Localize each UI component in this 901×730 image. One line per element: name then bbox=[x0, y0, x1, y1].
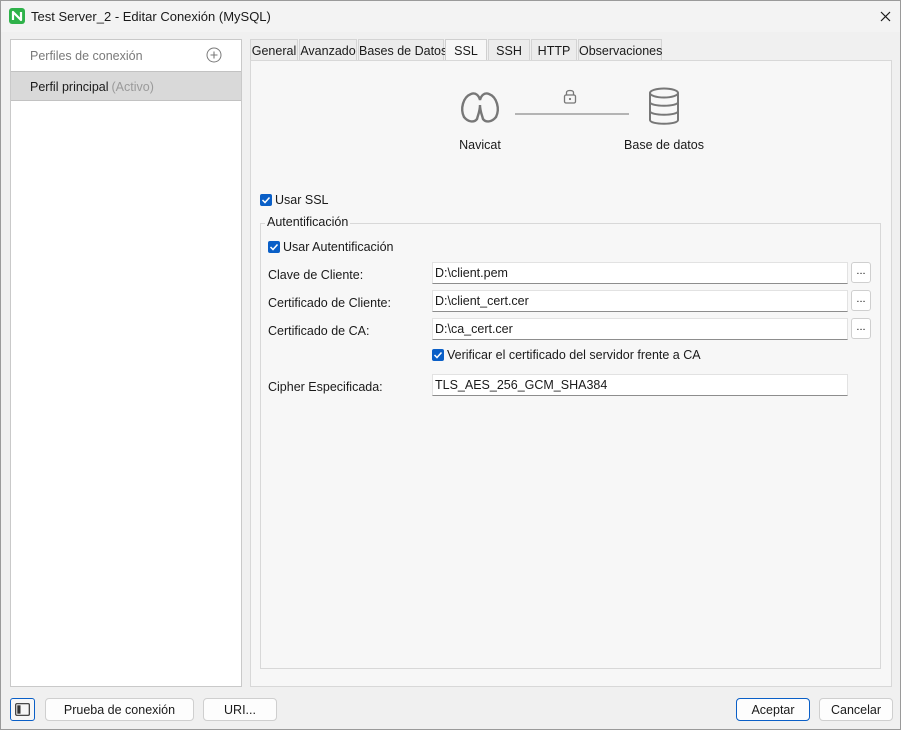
database-icon bbox=[646, 87, 682, 127]
cipher-label: Cipher Especificada: bbox=[268, 380, 383, 394]
close-button[interactable] bbox=[870, 1, 900, 32]
tab-general[interactable]: General bbox=[250, 39, 298, 61]
auth-groupbox: Autentificación Usar Autentificación Cla… bbox=[260, 215, 881, 669]
profile-status: (Activo) bbox=[111, 80, 154, 94]
database-label: Base de datos bbox=[624, 138, 704, 152]
use-auth-label[interactable]: Usar Autentificación bbox=[283, 240, 393, 254]
title-bar: Test Server_2 - Editar Conexión (MySQL) bbox=[1, 1, 900, 32]
client-cert-browse-button[interactable]: ... bbox=[851, 290, 871, 311]
client-cert-label: Certificado de Cliente: bbox=[268, 296, 391, 310]
auth-group-title: Autentificación bbox=[265, 215, 351, 229]
uri-button[interactable]: URI... bbox=[203, 698, 277, 721]
verify-ca-checkbox[interactable] bbox=[432, 349, 444, 361]
connection-line bbox=[515, 113, 629, 115]
navicat-logo-icon bbox=[458, 87, 502, 127]
navicat-app-icon bbox=[9, 8, 25, 24]
client-key-browse-button[interactable]: ... bbox=[851, 262, 871, 283]
test-connection-button[interactable]: Prueba de conexión bbox=[45, 698, 194, 721]
toggle-sidebar-button[interactable] bbox=[10, 698, 35, 721]
use-ssl-label[interactable]: Usar SSL bbox=[275, 193, 329, 207]
lock-icon bbox=[562, 87, 578, 105]
profiles-panel: Perfiles de conexión Perfil principal (Ac… bbox=[10, 39, 242, 687]
ca-cert-browse-button[interactable]: ... bbox=[851, 318, 871, 339]
window-title: Test Server_2 - Editar Conexión (MySQL) bbox=[31, 9, 271, 24]
ssl-tab-panel: Navicat Base de datos Usar SSL Autentifi… bbox=[250, 60, 892, 687]
cipher-input[interactable]: TLS_AES_256_GCM_SHA384 bbox=[432, 374, 848, 396]
add-profile-button[interactable] bbox=[206, 47, 222, 63]
checkmark-icon bbox=[433, 351, 443, 359]
ok-button[interactable]: Aceptar bbox=[736, 698, 810, 721]
verify-ca-label[interactable]: Verificar el certificado del servidor fr… bbox=[447, 348, 701, 362]
tab-observaciones[interactable]: Observaciones bbox=[578, 39, 662, 61]
profiles-header: Perfiles de conexión bbox=[11, 40, 241, 71]
plus-circle-icon bbox=[206, 47, 222, 63]
dialog-window: Test Server_2 - Editar Conexión (MySQL) … bbox=[0, 0, 901, 730]
profile-name: Perfil principal (Activo) bbox=[30, 80, 154, 94]
use-auth-checkbox[interactable] bbox=[268, 241, 280, 253]
tab-avanzado[interactable]: Avanzado bbox=[299, 39, 357, 61]
ca-cert-label: Certificado de CA: bbox=[268, 324, 370, 338]
tab-bases-de-datos[interactable]: Bases de Datos bbox=[358, 39, 447, 61]
ca-cert-input[interactable]: D:\ca_cert.cer bbox=[432, 318, 848, 340]
tab-ssh[interactable]: SSH bbox=[488, 39, 530, 61]
checkmark-icon bbox=[261, 196, 271, 204]
sidebar-panel-icon bbox=[15, 703, 30, 716]
checkmark-icon bbox=[269, 243, 279, 251]
client-key-input[interactable]: D:\client.pem bbox=[432, 262, 848, 284]
tab-ssl[interactable]: SSL bbox=[445, 39, 487, 62]
tab-http[interactable]: HTTP bbox=[531, 39, 577, 61]
navicat-label: Navicat bbox=[459, 138, 501, 152]
use-ssl-checkbox[interactable] bbox=[260, 194, 272, 206]
client-cert-input[interactable]: D:\client_cert.cer bbox=[432, 290, 848, 312]
profile-item-main[interactable]: Perfil principal (Activo) bbox=[11, 71, 241, 101]
profiles-header-label: Perfiles de conexión bbox=[30, 49, 143, 63]
cancel-button[interactable]: Cancelar bbox=[819, 698, 893, 721]
close-icon bbox=[880, 11, 890, 22]
client-key-label: Clave de Cliente: bbox=[268, 268, 364, 282]
